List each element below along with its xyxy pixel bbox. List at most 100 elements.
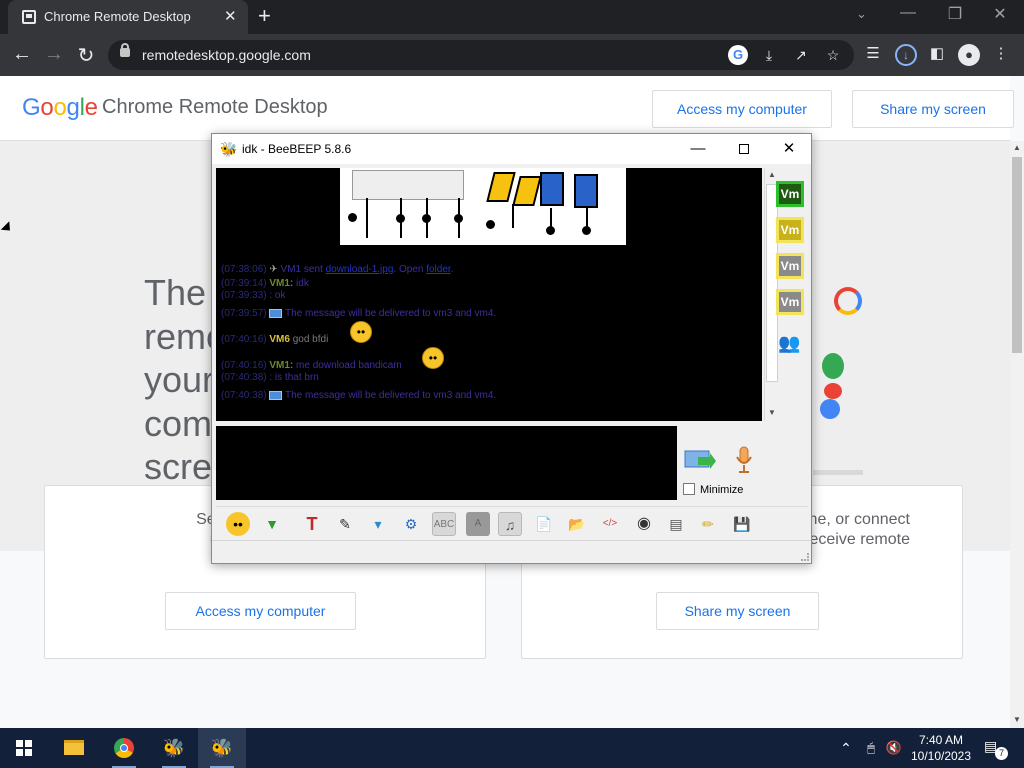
filter-icon[interactable]: ▾ bbox=[366, 512, 390, 536]
file-link[interactable]: download-1.jpg bbox=[326, 264, 394, 275]
folder-link[interactable]: folder bbox=[426, 264, 450, 275]
beebeep-chat-taskbar-icon[interactable]: 🐝 bbox=[198, 728, 246, 768]
minimize-label: Minimize bbox=[700, 484, 744, 496]
install-app-icon[interactable]: ⤓ bbox=[759, 45, 779, 65]
bookmark-star-icon[interactable]: ☆ bbox=[823, 45, 843, 65]
word-complete-icon[interactable]: A bbox=[466, 512, 490, 536]
menu-kebab-icon[interactable]: ⋮ bbox=[990, 44, 1012, 66]
network-icon[interactable]: 🖱 bbox=[860, 728, 882, 768]
back-button[interactable]: ← bbox=[11, 43, 33, 66]
clock-date: 10/10/2023 bbox=[910, 749, 972, 763]
user-list bbox=[780, 168, 812, 468]
file-explorer-icon[interactable] bbox=[50, 728, 98, 768]
group-users-icon[interactable]: 👥 bbox=[778, 333, 800, 354]
share-icon[interactable]: ↗ bbox=[791, 45, 811, 65]
note-icon[interactable]: ♫ bbox=[498, 512, 522, 536]
resize-grip-icon[interactable] bbox=[801, 553, 809, 561]
page-scroll-thumb[interactable] bbox=[1012, 157, 1022, 353]
tab-close-icon[interactable]: ✕ bbox=[224, 7, 237, 25]
tab-chrome-remote-desktop[interactable]: Chrome Remote Desktop ✕ bbox=[8, 0, 248, 34]
image-dialog-shape bbox=[352, 170, 464, 200]
page-scrollbar[interactable]: ▲ ▼ bbox=[1010, 141, 1024, 728]
user-vm-3[interactable]: Vm bbox=[776, 253, 804, 279]
attach-file-icon[interactable]: 📄 bbox=[532, 512, 556, 536]
card-access-button[interactable]: Access my computer bbox=[165, 592, 356, 630]
chat-scroll-thumb[interactable] bbox=[766, 184, 778, 382]
beebeep-titlebar[interactable]: 🐝 idk - BeeBEEP 5.8.6 — ✕ bbox=[212, 134, 811, 164]
restore-window-icon[interactable]: ❐ bbox=[945, 4, 965, 24]
edit-note-icon[interactable]: ✏ bbox=[696, 512, 720, 536]
tray-overflow-icon[interactable]: ⌃ bbox=[836, 728, 856, 768]
beebeep-maximize-icon[interactable] bbox=[721, 137, 767, 161]
download-icon[interactable]: ↓ bbox=[895, 44, 917, 66]
tab-title: Chrome Remote Desktop bbox=[44, 9, 191, 24]
emoticons-icon[interactable]: •• bbox=[226, 512, 250, 536]
settings-gear-icon[interactable]: ⚙ bbox=[399, 512, 423, 536]
voice-message-icon[interactable] bbox=[734, 445, 754, 475]
new-tab-button[interactable]: + bbox=[258, 3, 271, 29]
beebeep-close-icon[interactable]: ✕ bbox=[766, 137, 812, 161]
volume-muted-icon[interactable]: 🔇 bbox=[884, 728, 904, 768]
screenshot-camera-icon[interactable]: ◉ bbox=[632, 512, 656, 536]
chat-line: (07:38:06) ✈ VM1 sent download-1.jpg. Op… bbox=[221, 264, 454, 275]
chat-shared-image[interactable] bbox=[340, 168, 626, 245]
minimize-window-icon[interactable]: — bbox=[898, 4, 918, 22]
close-window-icon[interactable]: ✕ bbox=[990, 4, 1010, 24]
chat-scroll-down-icon[interactable]: ▼ bbox=[768, 408, 776, 417]
beebeep-taskbar-icon[interactable]: 🐝 bbox=[150, 728, 198, 768]
reload-button[interactable]: ↻ bbox=[75, 43, 97, 68]
user-vm-4[interactable]: Vm bbox=[776, 289, 804, 315]
side-panel-icon[interactable]: ◧ bbox=[926, 44, 948, 66]
start-button[interactable] bbox=[0, 728, 48, 768]
beebeep-window: 🐝 idk - BeeBEEP 5.8.6 — ✕ (07:38:06) ✈ V… bbox=[211, 133, 812, 564]
save-chat-icon[interactable]: 💾 bbox=[730, 512, 754, 536]
notifications-button[interactable]: ▤ 7 bbox=[984, 738, 1008, 760]
url-text[interactable]: remotedesktop.google.com bbox=[142, 47, 311, 63]
user-vm-2[interactable]: Vm bbox=[776, 217, 804, 243]
windows-logo-icon bbox=[16, 740, 32, 756]
beebeep-title: idk - BeeBEEP 5.8.6 bbox=[242, 142, 352, 156]
file-transfer-icon: ✈ bbox=[269, 264, 278, 275]
hero-illustration-red bbox=[824, 383, 842, 399]
profile-avatar-icon[interactable]: ● bbox=[958, 44, 980, 66]
google-logo[interactable]: Google bbox=[22, 94, 98, 122]
notification-count-badge: 7 bbox=[995, 747, 1008, 760]
page-header: Google Chrome Remote Desktop Access my c… bbox=[0, 76, 1014, 141]
browser-tabstrip: Chrome Remote Desktop ✕ + ⌄ — ❐ ✕ bbox=[0, 0, 1024, 34]
chat-history[interactable]: (07:38:06) ✈ VM1 sent download-1.jpg. Op… bbox=[216, 168, 762, 421]
scroll-up-arrow-icon[interactable]: ▲ bbox=[1013, 143, 1021, 152]
header-access-button[interactable]: Access my computer bbox=[652, 90, 832, 128]
message-input[interactable] bbox=[216, 426, 677, 500]
tab-search-icon[interactable]: ⌄ bbox=[856, 6, 867, 22]
reading-list-icon[interactable]: ☰ bbox=[862, 44, 884, 66]
google-lens-icon[interactable]: G bbox=[728, 45, 748, 65]
flushed-emoji-icon: •• bbox=[422, 347, 444, 369]
browser-toolbar: ← → ↻ remotedesktop.google.com G ⤓ ↗ ☆ ☰… bbox=[0, 34, 1024, 76]
spellcheck-icon[interactable]: ABC bbox=[432, 512, 456, 536]
html-code-icon[interactable]: </> bbox=[598, 512, 622, 536]
forward-button[interactable]: → bbox=[43, 43, 65, 66]
system-clock[interactable]: 7:40 AM 10/10/2023 bbox=[908, 732, 974, 764]
color-picker-icon[interactable]: ✎ bbox=[333, 512, 357, 536]
lock-icon[interactable] bbox=[120, 43, 130, 57]
address-bar[interactable]: remotedesktop.google.com G ⤓ ↗ ☆ bbox=[108, 40, 854, 70]
hero-illustration-ring bbox=[834, 287, 862, 315]
mail-icon bbox=[269, 390, 283, 400]
user-vm-1[interactable]: Vm bbox=[776, 181, 804, 207]
download-green-icon[interactable]: ▼ bbox=[260, 512, 284, 536]
card-share-button[interactable]: Share my screen bbox=[656, 592, 819, 630]
header-share-button[interactable]: Share my screen bbox=[852, 90, 1014, 128]
send-message-icon[interactable] bbox=[684, 449, 716, 471]
history-icon[interactable]: ▤ bbox=[664, 512, 688, 536]
font-icon[interactable]: T bbox=[300, 512, 324, 536]
chat-line: (07:39:33) : ok bbox=[221, 290, 286, 301]
chrome-taskbar-icon[interactable] bbox=[100, 728, 148, 768]
send-folder-icon[interactable]: 📂 bbox=[565, 512, 589, 536]
chat-line: (07:40:16) VM1: me download bandicam bbox=[221, 360, 402, 371]
beebeep-minimize-icon[interactable]: — bbox=[675, 137, 721, 161]
chat-scroll-up-icon[interactable]: ▲ bbox=[768, 170, 776, 179]
chat-line: (07:39:14) VM1: idk bbox=[221, 278, 309, 289]
scroll-down-arrow-icon[interactable]: ▼ bbox=[1013, 715, 1021, 724]
chat-line: (07:40:38) The message will be delivered… bbox=[221, 390, 497, 401]
minimize-checkbox[interactable] bbox=[683, 483, 695, 495]
